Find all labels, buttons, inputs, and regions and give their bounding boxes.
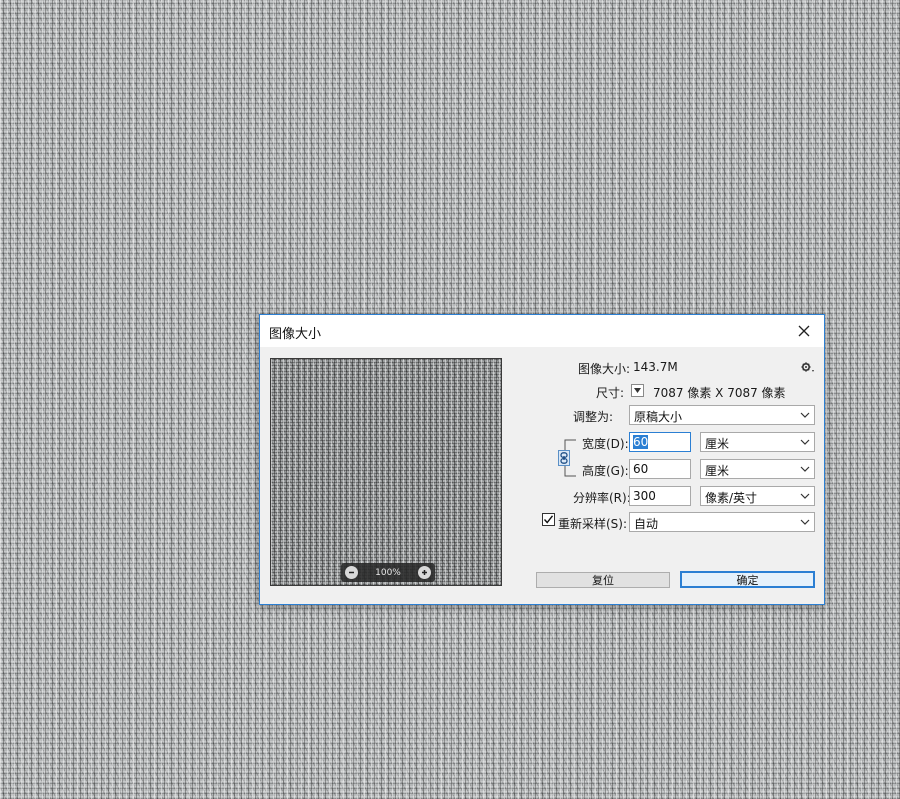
dialog-titlebar: 图像大小 bbox=[260, 315, 824, 347]
ok-button[interactable]: 确定 bbox=[680, 571, 815, 588]
chevron-down-icon bbox=[800, 439, 810, 445]
zoom-level: 100% bbox=[375, 567, 401, 578]
width-label: 宽度(D): bbox=[582, 437, 629, 451]
gear-icon bbox=[801, 362, 814, 372]
close-button[interactable] bbox=[784, 315, 824, 347]
minus-icon bbox=[349, 571, 354, 574]
resolution-unit-value: 像素/英寸 bbox=[705, 491, 758, 505]
zoom-out-button[interactable] bbox=[345, 566, 358, 579]
height-unit-value: 厘米 bbox=[705, 464, 730, 478]
constrain-proportions-toggle[interactable] bbox=[558, 450, 570, 466]
resolution-unit-select[interactable]: 像素/英寸 bbox=[700, 486, 815, 506]
zoom-bar: 100% bbox=[341, 563, 435, 582]
height-input[interactable]: 60 bbox=[629, 459, 691, 479]
image-size-label: 图像大小: bbox=[578, 362, 631, 376]
dimensions-value: 7087 像素 X 7087 像素 bbox=[653, 386, 786, 400]
chevron-down-icon bbox=[800, 412, 810, 418]
fit-to-value: 原稿大小 bbox=[634, 410, 683, 424]
chevron-down-icon bbox=[800, 493, 810, 499]
plus-icon bbox=[421, 570, 427, 575]
chevron-down-icon bbox=[800, 466, 810, 472]
resample-label: 重新采样(S): bbox=[558, 517, 628, 531]
link-icon bbox=[560, 452, 568, 464]
height-label: 高度(G): bbox=[582, 464, 629, 478]
width-unit-value: 厘米 bbox=[705, 437, 730, 451]
resample-method-select[interactable]: 自动 bbox=[629, 512, 815, 532]
image-preview[interactable]: 100% bbox=[270, 358, 502, 586]
resample-method-value: 自动 bbox=[634, 517, 659, 531]
chevron-down-icon bbox=[634, 388, 641, 393]
dimensions-unit-dropdown[interactable] bbox=[631, 384, 644, 397]
zoom-in-button[interactable] bbox=[417, 566, 431, 579]
reset-button[interactable]: 复位 bbox=[536, 572, 670, 588]
width-unit-select[interactable]: 厘米 bbox=[700, 432, 815, 452]
chevron-down-icon bbox=[800, 519, 810, 525]
image-size-dialog: 图像大小 100% 图像大小: 143.7M 尺寸: 7087 像素 X 708… bbox=[259, 314, 825, 605]
resolution-value: 300 bbox=[633, 489, 656, 503]
close-icon bbox=[798, 325, 810, 337]
dialog-title: 图像大小 bbox=[269, 327, 322, 342]
width-value: 60 bbox=[633, 435, 649, 449]
height-unit-select[interactable]: 厘米 bbox=[700, 459, 815, 479]
checkmark-icon bbox=[543, 515, 554, 524]
width-input[interactable]: 60 bbox=[629, 432, 691, 452]
resolution-label: 分辨率(R): bbox=[573, 491, 631, 505]
settings-button[interactable] bbox=[801, 361, 815, 373]
dimensions-label: 尺寸: bbox=[596, 386, 625, 400]
height-value: 60 bbox=[633, 462, 649, 476]
fit-to-select[interactable]: 原稿大小 bbox=[629, 405, 815, 425]
resample-checkbox[interactable] bbox=[542, 513, 555, 526]
fit-to-label: 调整为: bbox=[573, 410, 614, 424]
image-size-value: 143.7M bbox=[633, 360, 678, 374]
resolution-input[interactable]: 300 bbox=[629, 486, 691, 506]
